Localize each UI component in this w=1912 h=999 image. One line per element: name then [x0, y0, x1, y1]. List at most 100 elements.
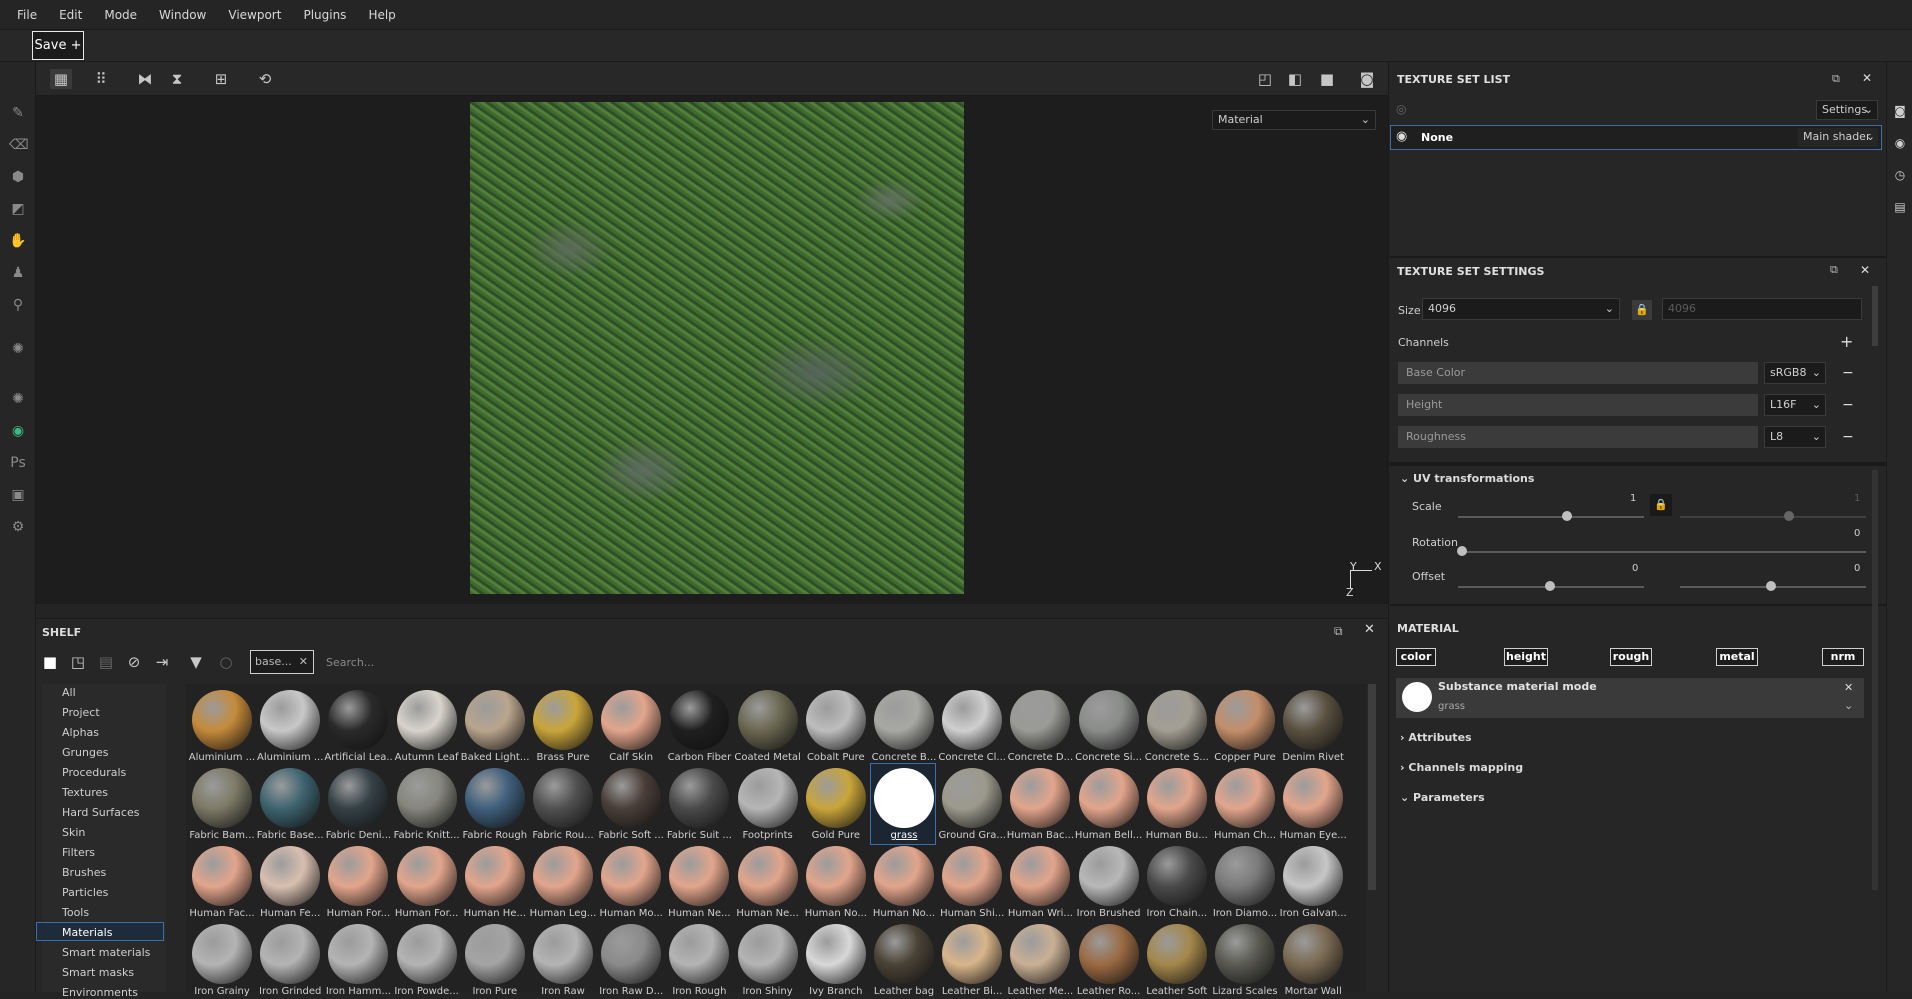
material-swatch[interactable] — [464, 924, 525, 984]
view-2d-icon[interactable]: ◰ — [1254, 69, 1276, 89]
hide-icon[interactable]: ⊘ — [124, 652, 144, 672]
menu-edit[interactable]: Edit — [48, 8, 93, 22]
material-swatch[interactable] — [396, 924, 457, 984]
material-swatch[interactable] — [805, 768, 866, 828]
material-swatch[interactable] — [464, 768, 525, 828]
parameters-section[interactable]: ⌄ Parameters — [1400, 791, 1485, 804]
category-item[interactable]: Skin — [62, 826, 85, 839]
eye-icon[interactable]: ◎ — [1396, 102, 1406, 116]
material-swatch[interactable] — [328, 924, 389, 984]
shader-dropdown[interactable]: Main shader ⌄ — [1798, 128, 1878, 147]
menu-window[interactable]: Window — [148, 8, 217, 22]
material-swatch[interactable] — [533, 846, 593, 906]
material-swatch[interactable] — [328, 690, 389, 750]
material-swatch[interactable] — [1283, 690, 1344, 750]
material-swatch[interactable] — [737, 690, 798, 750]
material-swatch[interactable] — [805, 846, 866, 906]
physics-icon[interactable]: ✺ — [9, 390, 27, 408]
material-swatch[interactable] — [874, 846, 934, 906]
material-swatch[interactable] — [942, 690, 1003, 750]
material-swatch[interactable] — [1215, 768, 1275, 828]
delete-icon[interactable]: ▤ — [96, 652, 116, 672]
material-swatch[interactable] — [396, 846, 457, 906]
settings-gear-icon[interactable]: ⚙ — [9, 518, 27, 536]
menu-viewport[interactable]: Viewport — [217, 8, 292, 22]
offset-v-slider-handle[interactable] — [1766, 581, 1776, 591]
eye-icon[interactable]: ◉ — [1396, 129, 1407, 144]
eraser-icon[interactable]: ⌫ — [9, 136, 29, 154]
properties-scrollbar[interactable] — [1872, 470, 1878, 890]
channel-chip-height[interactable]: height — [1504, 648, 1548, 666]
category-item[interactable]: Tools — [62, 906, 89, 919]
material-swatch[interactable] — [601, 690, 662, 750]
grid-select-icon[interactable]: ▦ — [50, 69, 72, 89]
material-swatch[interactable] — [669, 690, 730, 750]
material-swatch[interactable] — [192, 924, 252, 984]
material-swatch[interactable] — [1215, 846, 1275, 906]
remove-channel-icon[interactable]: − — [1842, 362, 1856, 384]
menu-help[interactable]: Help — [357, 8, 406, 22]
material-swatch[interactable] — [1010, 846, 1071, 906]
material-swatch[interactable] — [533, 690, 593, 750]
category-item[interactable]: Particles — [62, 886, 108, 899]
refresh-icon[interactable]: ○ — [216, 652, 236, 672]
material-swatch[interactable] — [192, 690, 252, 750]
export-icon[interactable]: ▣ — [9, 486, 27, 504]
menu-plugins[interactable]: Plugins — [292, 8, 357, 22]
material-swatch[interactable] — [669, 846, 730, 906]
material-swatch[interactable] — [1283, 924, 1344, 984]
material-swatch[interactable] — [1146, 768, 1207, 828]
color-picker-icon[interactable]: ⚲ — [9, 296, 27, 314]
scale-slider-v[interactable] — [1680, 516, 1866, 518]
paint-brush-icon[interactable]: ✎ — [9, 104, 27, 122]
sync-icon[interactable]: ◉ — [9, 422, 27, 440]
material-swatch[interactable] — [942, 846, 1003, 906]
scale-slider-v-handle[interactable] — [1784, 511, 1794, 521]
channel-chip-nrm[interactable]: nrm — [1822, 648, 1864, 666]
camera-settings-icon[interactable]: ◙ — [1893, 104, 1907, 118]
material-swatch[interactable] — [669, 924, 730, 984]
material-swatch[interactable] — [260, 768, 321, 828]
channel-height[interactable]: Height — [1398, 394, 1758, 416]
float-panel-icon[interactable]: ⧉ — [1334, 624, 1343, 639]
float-panel-icon[interactable]: ⧉ — [1830, 263, 1838, 277]
material-swatch[interactable] — [1010, 768, 1071, 828]
offset-u-slider-handle[interactable] — [1545, 581, 1555, 591]
material-swatch[interactable] — [942, 924, 1003, 984]
size-dropdown[interactable]: 4096 ⌄ — [1422, 298, 1620, 320]
lock-icon[interactable]: 🔒 — [1650, 494, 1672, 516]
category-item[interactable]: Environments — [62, 986, 138, 999]
projection-icon[interactable]: ⬢ — [9, 168, 27, 186]
material-swatch[interactable] — [874, 768, 934, 828]
material-swatch[interactable] — [1146, 924, 1207, 984]
close-icon[interactable]: ✕ — [299, 651, 308, 673]
channel-format-dropdown[interactable]: sRGB8 ⌄ — [1764, 362, 1826, 384]
history-icon[interactable]: ◷ — [1893, 168, 1907, 182]
channels-mapping-section[interactable]: › Channels mapping — [1400, 761, 1523, 774]
camera-icon[interactable]: ■ — [1316, 69, 1338, 89]
material-swatch[interactable] — [533, 768, 593, 828]
material-swatch[interactable] — [1078, 846, 1139, 906]
menu-mode[interactable]: Mode — [93, 8, 148, 22]
material-swatch[interactable] — [1146, 846, 1207, 906]
channel-format-dropdown[interactable]: L16F ⌄ — [1764, 394, 1826, 416]
material-swatch[interactable] — [260, 846, 321, 906]
scale-slider[interactable] — [1458, 516, 1644, 518]
menu-file[interactable]: File — [6, 8, 48, 22]
log-icon[interactable]: ▤ — [1893, 200, 1907, 214]
close-icon[interactable]: ✕ — [1844, 681, 1853, 694]
filter-icon[interactable]: ▼ — [186, 652, 206, 672]
save-button[interactable]: Save + — [32, 31, 84, 60]
remove-channel-icon[interactable]: − — [1842, 394, 1856, 416]
import-icon[interactable]: ⇥ — [152, 652, 172, 672]
category-item[interactable]: Textures — [62, 786, 108, 799]
mirror-vertical-icon[interactable]: ⧗ — [166, 69, 188, 89]
clone-stamp-icon[interactable]: ♟ — [9, 264, 27, 282]
remove-channel-icon[interactable]: − — [1842, 426, 1856, 448]
material-swatch[interactable] — [1215, 924, 1275, 984]
mirror-horizontal-icon[interactable]: ⧓ — [134, 69, 156, 89]
close-icon[interactable]: ✕ — [1364, 622, 1375, 637]
material-swatch[interactable] — [601, 768, 662, 828]
channel-chip-color[interactable]: color — [1396, 648, 1436, 666]
category-item[interactable]: Materials — [62, 926, 112, 939]
